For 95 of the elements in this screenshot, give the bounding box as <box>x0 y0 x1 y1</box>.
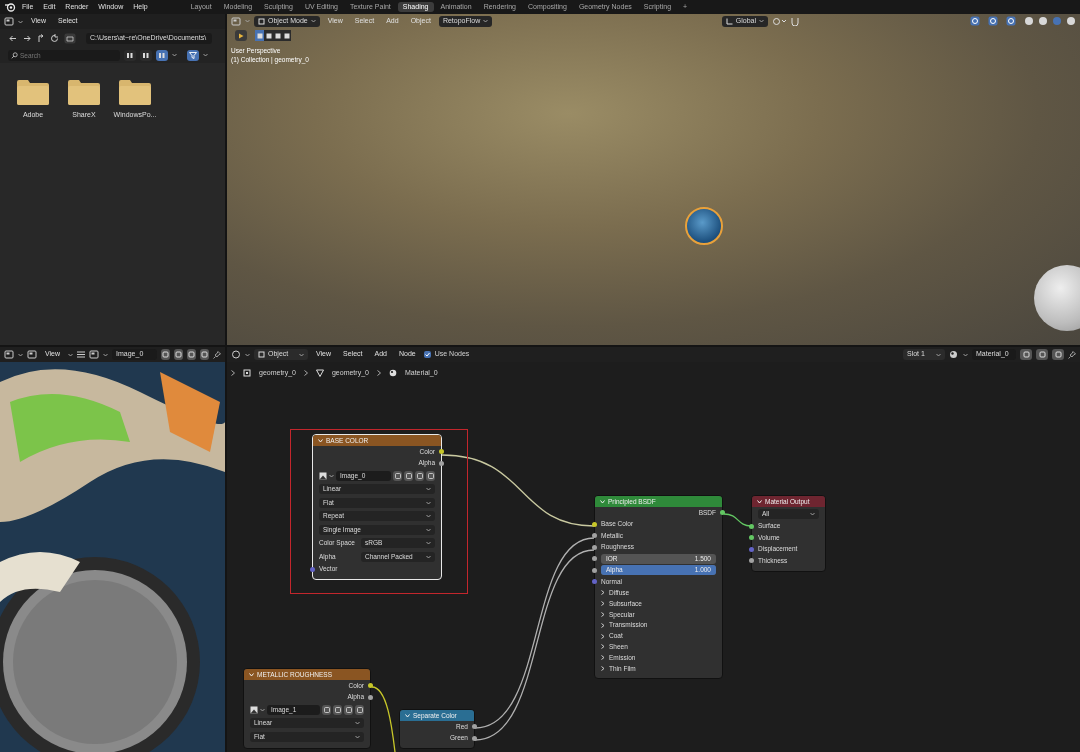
search-icon <box>11 51 18 59</box>
chevron-down-icon <box>318 438 323 443</box>
caret-icon <box>310 19 316 23</box>
use-nodes-checkbox[interactable] <box>423 351 431 358</box>
chevron-down-icon <box>249 672 254 677</box>
mesh-object-icon <box>243 369 251 377</box>
parent-folder-icon[interactable] <box>36 33 46 43</box>
caret-icon <box>103 352 109 357</box>
chevron-down-icon <box>405 713 410 718</box>
pivot-icon[interactable] <box>772 16 786 26</box>
folder-icon <box>68 79 100 105</box>
play-icon <box>238 32 244 39</box>
menu-icon[interactable] <box>77 351 86 358</box>
mesh-data-icon <box>315 369 324 377</box>
caret-icon <box>426 541 431 546</box>
chevron-right-icon <box>231 370 235 376</box>
editor-type-icon[interactable] <box>4 350 14 359</box>
caret-icon <box>68 352 74 357</box>
socket-dot[interactable] <box>592 544 597 550</box>
wireframe-shading-icon[interactable] <box>1024 16 1034 26</box>
vertical-list-icon <box>126 51 134 59</box>
node-link <box>723 513 752 527</box>
pin-icon[interactable] <box>213 350 221 359</box>
socket-dot[interactable] <box>310 566 315 572</box>
check-icon <box>424 352 430 357</box>
caret-icon <box>245 19 250 23</box>
caret-icon <box>172 53 177 57</box>
socket-dot[interactable] <box>439 449 444 455</box>
rendered-shading-icon[interactable] <box>1066 16 1076 26</box>
caret-icon <box>299 352 304 357</box>
thumbnails-icon <box>158 51 166 59</box>
caret-icon <box>18 352 23 357</box>
caret-icon <box>245 352 250 357</box>
socket-dot[interactable] <box>472 735 477 741</box>
socket-dot[interactable] <box>592 533 597 539</box>
socket-dot[interactable] <box>472 724 477 730</box>
filter-icon <box>189 51 197 59</box>
tool-toggle-button[interactable] <box>235 30 247 41</box>
caret-icon <box>355 734 360 739</box>
folder-icon <box>119 79 151 105</box>
socket-dot[interactable] <box>592 579 597 585</box>
socket-dot[interactable] <box>368 694 373 700</box>
new-folder-icon[interactable] <box>64 32 76 44</box>
caret-icon <box>355 721 360 726</box>
refresh-icon[interactable] <box>50 33 60 43</box>
socket-dot[interactable] <box>368 683 373 689</box>
editor-type-icon[interactable] <box>4 17 14 26</box>
chevron-right-icon <box>303 370 308 376</box>
socket-dot[interactable] <box>592 556 597 562</box>
material-icon[interactable] <box>949 350 959 359</box>
forward-arrow-icon[interactable] <box>22 33 32 43</box>
chevron-down-icon <box>600 499 605 504</box>
pin-icon[interactable] <box>1068 350 1076 359</box>
caret-icon <box>426 527 431 532</box>
solid-shading-icon[interactable] <box>1038 16 1048 26</box>
caret-icon <box>426 487 431 492</box>
caret-icon <box>963 352 968 357</box>
socket-dot[interactable] <box>749 546 754 552</box>
chevron-down-icon <box>757 499 762 504</box>
caret-icon <box>329 473 334 478</box>
mode-icon[interactable] <box>27 350 37 359</box>
socket-dot[interactable] <box>439 460 444 466</box>
vertical-list-button[interactable] <box>124 49 136 61</box>
caret-icon <box>936 352 941 357</box>
snap-icon[interactable] <box>790 16 802 26</box>
thumbnails-button[interactable] <box>156 49 168 61</box>
app-logo-icon[interactable] <box>4 2 16 12</box>
caret-icon <box>483 19 489 23</box>
editor-type-icon[interactable] <box>231 350 241 359</box>
caret-icon <box>18 19 23 24</box>
back-arrow-icon[interactable] <box>8 33 18 43</box>
caret-icon <box>426 514 431 519</box>
horizontal-list-icon <box>142 51 150 59</box>
socket-dot[interactable] <box>749 558 754 564</box>
caret-icon <box>426 554 431 559</box>
horizontal-list-button[interactable] <box>140 49 152 61</box>
socket-dot[interactable] <box>592 521 597 527</box>
image-icon[interactable] <box>89 350 100 359</box>
image-icon[interactable] <box>250 705 258 714</box>
socket-dot[interactable] <box>592 567 597 573</box>
caret-icon <box>759 19 764 23</box>
socket-dot[interactable] <box>749 523 754 529</box>
chevron-right-icon <box>376 370 381 376</box>
axes-icon <box>725 17 733 25</box>
filter-button[interactable] <box>187 49 199 61</box>
material-icon <box>388 369 397 377</box>
selected-sphere-object[interactable] <box>685 207 723 245</box>
caret-icon <box>426 500 431 505</box>
socket-dot[interactable] <box>720 510 725 516</box>
caret-icon <box>810 511 815 516</box>
socket-dot[interactable] <box>749 535 754 541</box>
folder-icon <box>17 79 49 105</box>
caret-icon <box>260 707 265 712</box>
image-icon[interactable] <box>319 471 327 480</box>
caret-icon <box>203 53 208 57</box>
